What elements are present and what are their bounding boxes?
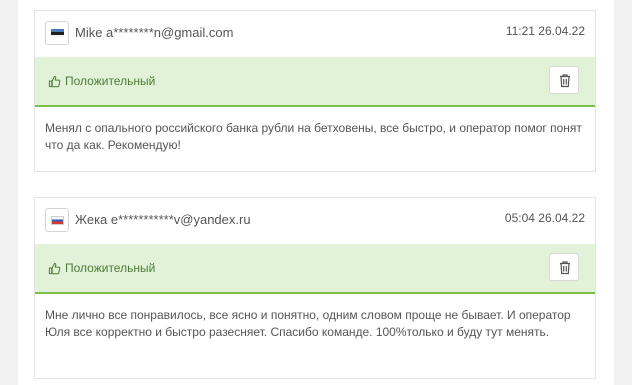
trash-icon xyxy=(560,74,570,88)
review-datetime: 05:04 26.04.22 xyxy=(504,211,585,225)
review-status: Положительный xyxy=(48,74,155,88)
review-text: Менял с опального российского банка рубл… xyxy=(45,121,582,152)
review-status: Положительный xyxy=(48,261,155,275)
review-text: Мне лично все понравилось, все ясно и по… xyxy=(45,308,571,339)
reviews-panel: Mike a********n@gmail.com 11:21 26.04.22… xyxy=(18,0,614,385)
russia-flag-icon xyxy=(51,216,64,225)
review-datetime: 11:21 26.04.22 xyxy=(505,24,585,38)
delete-button[interactable] xyxy=(549,253,579,281)
estonia-flag-icon xyxy=(51,29,64,38)
review-status-bar: Положительный xyxy=(35,57,595,107)
thumbs-up-icon xyxy=(48,262,61,274)
review-card: Mike a********n@gmail.com 11:21 26.04.22… xyxy=(34,10,596,172)
thumbs-up-icon xyxy=(48,75,61,87)
review-card: Жека e***********v@yandex.ru 05:04 26.04… xyxy=(34,197,596,379)
review-status-label: Положительный xyxy=(65,261,156,275)
flag-badge xyxy=(45,21,69,45)
review-header: Mike a********n@gmail.com 11:21 26.04.22 xyxy=(35,11,595,57)
delete-button[interactable] xyxy=(549,66,579,94)
review-header: Жека e***********v@yandex.ru 05:04 26.04… xyxy=(35,198,595,244)
review-status-label: Положительный xyxy=(65,74,156,88)
review-author: Жека e***********v@yandex.ru xyxy=(75,212,251,227)
review-status-bar: Положительный xyxy=(35,244,595,294)
trash-icon xyxy=(560,261,570,275)
flag-badge xyxy=(45,208,69,232)
review-author: Mike a********n@gmail.com xyxy=(75,25,234,40)
